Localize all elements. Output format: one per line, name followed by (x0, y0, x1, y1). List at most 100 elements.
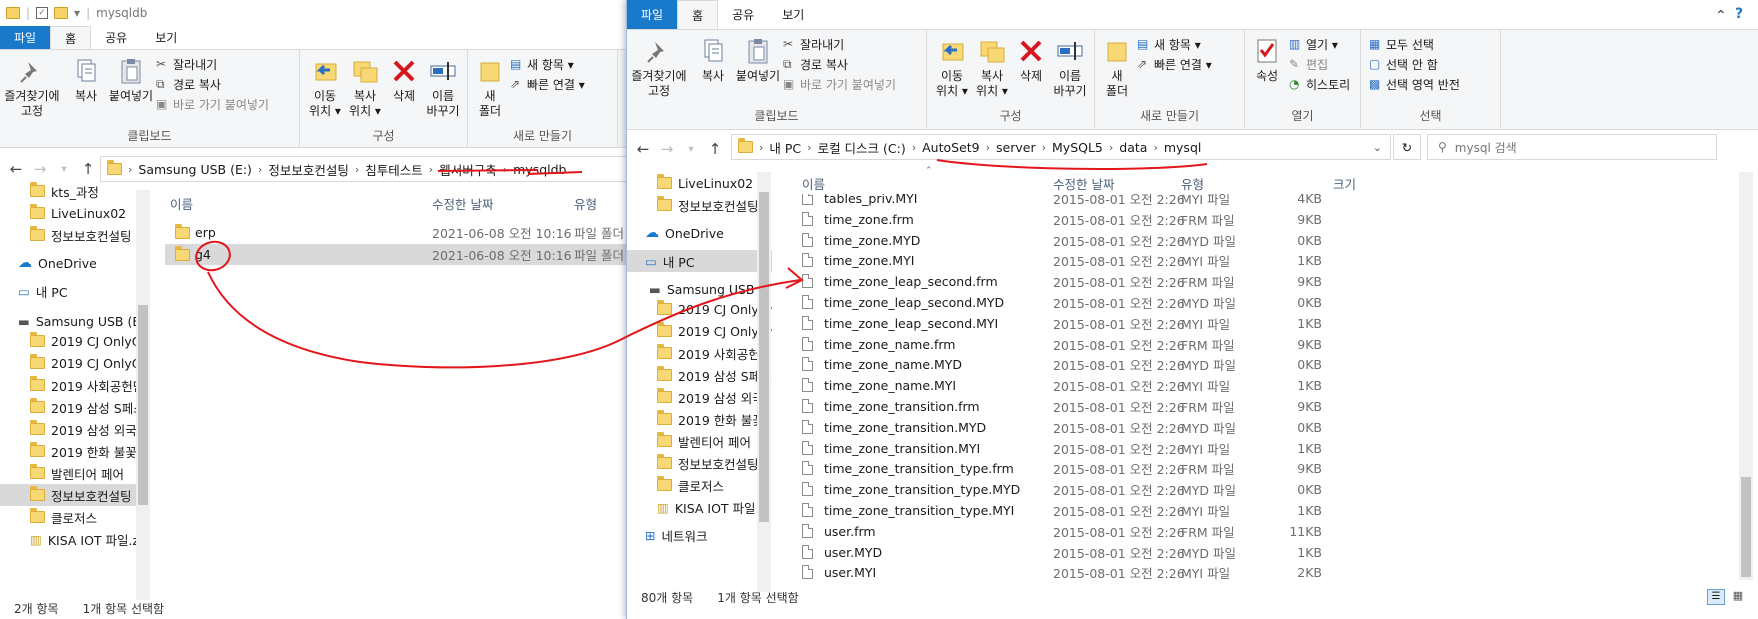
nav-item[interactable]: 클로저스 (0, 506, 150, 528)
column-header[interactable]: 유형 (1181, 174, 1204, 193)
forward-icon[interactable]: → (659, 140, 675, 158)
nav-item[interactable]: 정보보호컨설팅 (0, 224, 150, 246)
nav-item[interactable]: ▥ KISA IOT 파일.zi (0, 528, 150, 550)
column-header[interactable]: 크기 (1333, 174, 1356, 193)
breadcrumb-chevron-icon[interactable]: › (759, 141, 763, 154)
copy-to-button[interactable]: 복사 위치 ▾ (346, 56, 384, 119)
quick-access-dropdown-icon[interactable]: ▾ (74, 6, 80, 20)
easy-access-button[interactable]: ⇗ 빠른 연결 ▾ (1137, 56, 1212, 73)
nav-item[interactable]: ▭ 내 PC (0, 280, 150, 302)
breadcrumb-chevron-icon[interactable]: › (1153, 141, 1157, 154)
nav-item[interactable]: 2019 사회공헌단 (0, 374, 150, 396)
breadcrumb-chevron-icon[interactable]: › (128, 163, 132, 176)
nav-item[interactable]: 정보보호컨설팅 (0, 484, 150, 506)
file-row[interactable]: erp 2021-06-08 오전 10:16 파일 폴더 (165, 222, 640, 243)
file-row[interactable]: g4 2021-06-08 오전 10:16 파일 폴더 (165, 244, 640, 265)
nav-item[interactable]: 2019 CJ OnlyOn (0, 352, 150, 374)
breadcrumb-item[interactable]: MySQL5 (1052, 140, 1103, 155)
move-to-button[interactable]: 이동 위치 ▾ (306, 56, 344, 119)
nav-item[interactable]: 발렌티어 페어 (627, 430, 772, 452)
pin-quick-access-button[interactable]: 즐겨찾기에 고정 (627, 36, 691, 99)
paste-shortcut-button[interactable]: ▣ 바로 가기 붙여넣기 (783, 76, 896, 93)
right-file-scrollbar[interactable] (1739, 172, 1753, 580)
select-all-button[interactable]: ▦ 모두 선택 (1369, 36, 1434, 53)
nav-item[interactable]: kts_과정 (0, 180, 150, 202)
open-button[interactable]: ▥ 열기 ▾ (1289, 36, 1338, 53)
scroll-thumb[interactable] (1741, 477, 1751, 577)
paste-button[interactable]: 붙여넣기 (733, 36, 783, 84)
properties-button[interactable]: 속성 (1249, 36, 1285, 84)
menu-tab-2[interactable]: 공유 (91, 26, 141, 49)
refresh-button[interactable]: ↻ (1393, 134, 1421, 160)
column-header[interactable]: 유형 (574, 194, 597, 213)
move-to-button[interactable]: 이동 위치 ▾ (933, 36, 971, 99)
folder-icon[interactable] (54, 7, 69, 19)
history-button[interactable]: ◔ 히스토리 (1289, 76, 1350, 93)
file-row[interactable]: time_zone_leap_second.MYD 2015-08-01 오전 2… (802, 292, 1732, 313)
file-row[interactable]: time_zone_leap_second.MYI 2015-08-01 오전 2… (802, 313, 1732, 334)
forward-icon[interactable]: → (32, 160, 48, 178)
up-icon[interactable]: ↑ (80, 160, 96, 178)
breadcrumb-chevron-icon[interactable]: › (1042, 141, 1046, 154)
copy-to-button[interactable]: 복사 위치 ▾ (973, 36, 1011, 99)
nav-item[interactable]: ⊞ 네트워크 (627, 524, 772, 546)
file-row[interactable]: time_zone_name.MYI 2015-08-01 오전 2:26 MYI … (802, 375, 1732, 396)
cut-button[interactable]: ✂ 잘라내기 (156, 56, 217, 73)
nav-item[interactable]: ☁ OneDrive (0, 252, 150, 274)
nav-item[interactable]: 2019 삼성 S페스 (0, 396, 150, 418)
breadcrumb-item[interactable]: mysql (1164, 140, 1202, 155)
column-header[interactable]: 수정한 날짜 (432, 194, 493, 213)
breadcrumb-chevron-icon[interactable]: › (1109, 141, 1113, 154)
easy-access-button[interactable]: ⇗ 빠른 연결 ▾ (510, 76, 585, 93)
file-row[interactable]: time_zone.MYD 2015-08-01 오전 2:26 MYD 파일 0KB (802, 230, 1732, 251)
nav-item[interactable]: ▭ 내 PC (627, 250, 772, 272)
cut-button[interactable]: ✂ 잘라내기 (783, 36, 844, 53)
menu-tab-0[interactable]: 파일 (0, 26, 51, 49)
breadcrumb-chevron-icon[interactable]: › (807, 141, 811, 154)
nav-item[interactable]: 정보보호컨설팅 (627, 452, 772, 474)
nav-item[interactable]: LiveLinux02 (0, 202, 150, 224)
recent-dropdown-icon[interactable]: ▾ (56, 164, 72, 175)
nav-item[interactable]: 2019 삼성 외국 (0, 418, 150, 440)
menu-tab-3[interactable]: 보기 (141, 26, 191, 49)
properties-icon[interactable]: ✓ (36, 7, 49, 19)
copy-path-button[interactable]: ⧉ 경로 복사 (783, 56, 848, 73)
file-row[interactable]: time_zone_transition_type.frm 2015-08-01 … (802, 458, 1732, 479)
rename-button[interactable]: 이름 바꾸기 (1049, 36, 1091, 99)
nav-item[interactable]: 정보보호컨설팅 (627, 194, 772, 216)
back-icon[interactable]: ← (635, 140, 651, 158)
new-item-button[interactable]: ▤ 새 항목 ▾ (1137, 36, 1201, 53)
up-icon[interactable]: ↑ (707, 140, 723, 158)
nav-item[interactable]: 2019 한화 불꽃 (627, 408, 772, 430)
back-icon[interactable]: ← (8, 160, 24, 178)
new-folder-button[interactable]: 새 폴더 (472, 56, 508, 119)
file-row[interactable]: time_zone_transition.MYI 2015-08-01 오전 2:… (802, 438, 1732, 459)
rename-button[interactable]: 이름 바꾸기 (422, 56, 464, 119)
nav-item[interactable]: LiveLinux02 (627, 172, 772, 194)
breadcrumb-item[interactable]: mysqldb (513, 162, 566, 177)
right-address-bar[interactable]: › 내 PC › 로컬 디스크 (C:) › AutoSet9 › server › MySQL5… (731, 134, 1391, 160)
paste-shortcut-button[interactable]: ▣ 바로 가기 붙여넣기 (156, 96, 269, 113)
nav-item[interactable]: 2019 삼성 외국 (627, 386, 772, 408)
file-row[interactable]: time_zone_transition.MYD 2015-08-01 오전 2:… (802, 417, 1732, 438)
breadcrumb-item[interactable]: 내 PC (769, 138, 801, 157)
edit-button[interactable]: ✎ 편집 (1289, 56, 1328, 73)
delete-button[interactable]: 삭제 (1013, 36, 1049, 84)
copy-path-button[interactable]: ⧉ 경로 복사 (156, 76, 221, 93)
details-view-icon[interactable]: ☰ (1707, 589, 1725, 605)
breadcrumb-item[interactable]: server (996, 140, 1036, 155)
paste-button[interactable]: 붙여넣기 (106, 56, 156, 104)
file-row[interactable]: time_zone.frm 2015-08-01 오전 2:26 FRM 파일 9KB (802, 209, 1732, 230)
menu-tab-1[interactable]: 홈 (677, 0, 719, 29)
invert-selection-button[interactable]: ▩ 선택 영역 반전 (1369, 76, 1460, 93)
nav-item[interactable]: 2019 한화 불꽃 (0, 440, 150, 462)
breadcrumb-item[interactable]: 웹서버구축 (439, 160, 497, 179)
help-icon[interactable]: ? (1735, 6, 1743, 22)
left-address-bar[interactable]: › Samsung USB (E:) › 정보보호컨설팅 › 침투테스트 › 웹서버구축 › my… (100, 156, 640, 182)
breadcrumb-item[interactable]: Samsung USB (E:) (138, 162, 252, 177)
file-row[interactable]: time_zone_name.MYD 2015-08-01 오전 2:26 MYD … (802, 354, 1732, 375)
file-row[interactable]: time_zone_transition_type.MYI 2015-08-01 … (802, 500, 1732, 521)
nav-item[interactable]: 2019 CJ OnlyOr (627, 320, 772, 342)
breadcrumb-item[interactable]: 침투테스트 (365, 160, 423, 179)
right-nav-scrollbar[interactable] (757, 172, 771, 592)
